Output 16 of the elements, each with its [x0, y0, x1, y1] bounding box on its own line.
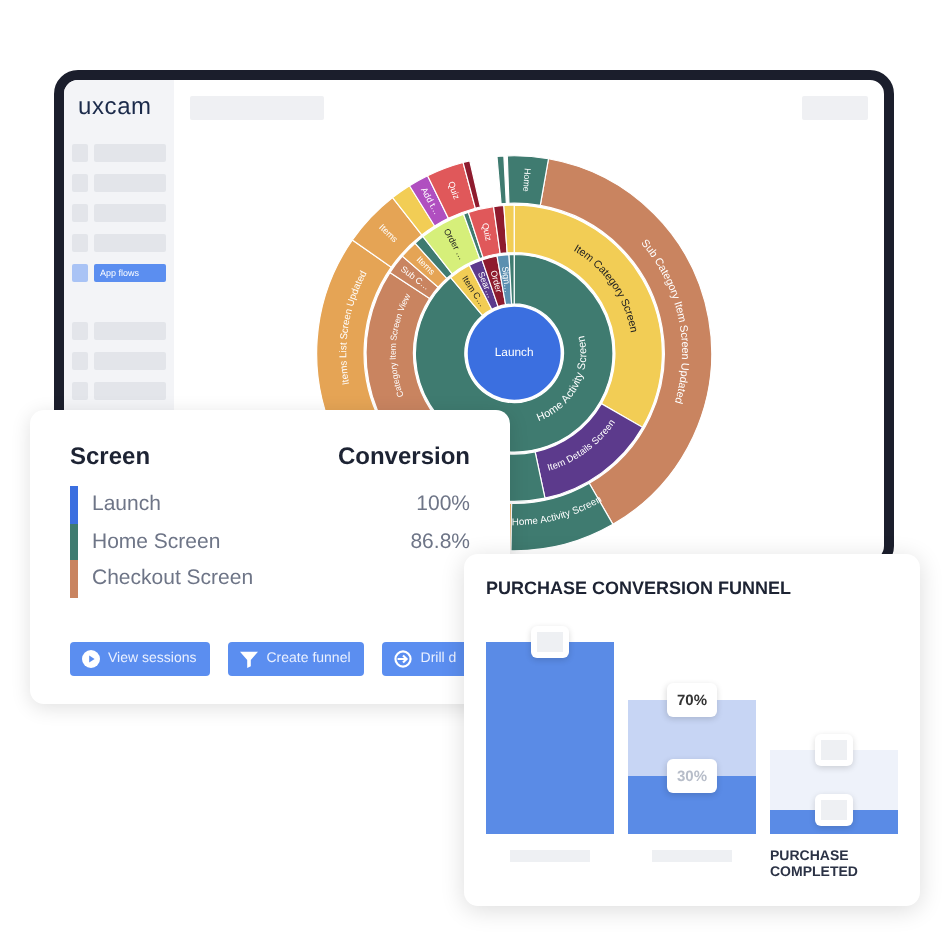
conversion-value: 100%	[416, 492, 470, 517]
screen-name: Home Screen	[92, 529, 223, 554]
placeholder-label	[531, 626, 569, 658]
card-title: PURCHASE CONVERSION FUNNEL	[486, 578, 794, 598]
column-header: Screen	[70, 442, 151, 470]
column-header: Conversion	[337, 442, 470, 470]
placeholder-label	[815, 733, 853, 766]
logo: uxcam	[76, 92, 154, 124]
arrow-circle-icon	[394, 649, 413, 667]
placeholder-label	[815, 793, 853, 826]
funnel-icon	[240, 649, 259, 667]
screen-name: Checkout Screen	[92, 566, 256, 591]
center-node	[465, 304, 563, 401]
screen-name: Launch	[92, 492, 163, 517]
play-icon	[82, 649, 100, 667]
conversion-value: 86.8%	[410, 529, 470, 554]
